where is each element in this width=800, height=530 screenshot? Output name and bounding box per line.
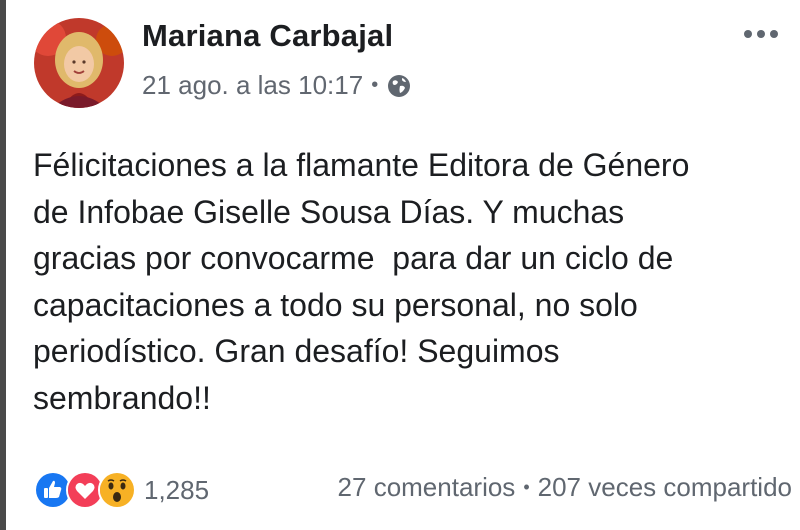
post-body: Félicitaciones a la flamante Editora de … xyxy=(33,142,783,421)
post-body-line: gracias por convocarme para dar un ciclo… xyxy=(33,240,674,276)
comments-link[interactable]: 27 comentarios xyxy=(338,472,516,503)
reaction-count: 1,285 xyxy=(144,474,210,505)
dot xyxy=(770,30,778,38)
post-body-line: capacitaciones a todo su personal, no so… xyxy=(33,286,638,323)
post-timestamp[interactable]: 21 ago. a las 10:17 xyxy=(142,70,363,101)
avatar[interactable] xyxy=(34,18,124,108)
avatar-image xyxy=(34,18,124,108)
post-body-line: de Infobae Giselle Sousa Días. Y muchas xyxy=(33,193,625,230)
more-options-icon[interactable] xyxy=(738,24,784,44)
reactions-summary[interactable]: 1,285 xyxy=(34,471,209,509)
dot xyxy=(744,30,752,38)
author-name[interactable]: Mariana Carbajal xyxy=(142,18,393,54)
wow-icon xyxy=(98,471,136,509)
post-body-line: Félicitaciones a la flamante Editora de … xyxy=(33,147,690,183)
dot xyxy=(757,30,765,38)
meta-separator: • xyxy=(371,74,379,96)
post-body-line: periodístico. Gran desafío! Seguimos xyxy=(33,333,560,369)
stats-separator: • xyxy=(523,477,530,497)
facebook-post: Mariana Carbajal 21 ago. a las 10:17 • F… xyxy=(0,0,800,530)
engagement-stats: 27 comentarios • 207 veces compartido xyxy=(338,472,792,503)
post-footer: 1,285 27 comentarios • 207 veces compart… xyxy=(34,470,800,510)
post-body-line: sembrando!! xyxy=(33,379,211,416)
shares-link[interactable]: 207 veces compartido xyxy=(538,472,792,503)
post-meta: 21 ago. a las 10:17 • xyxy=(142,70,412,101)
globe-icon[interactable] xyxy=(386,73,412,99)
